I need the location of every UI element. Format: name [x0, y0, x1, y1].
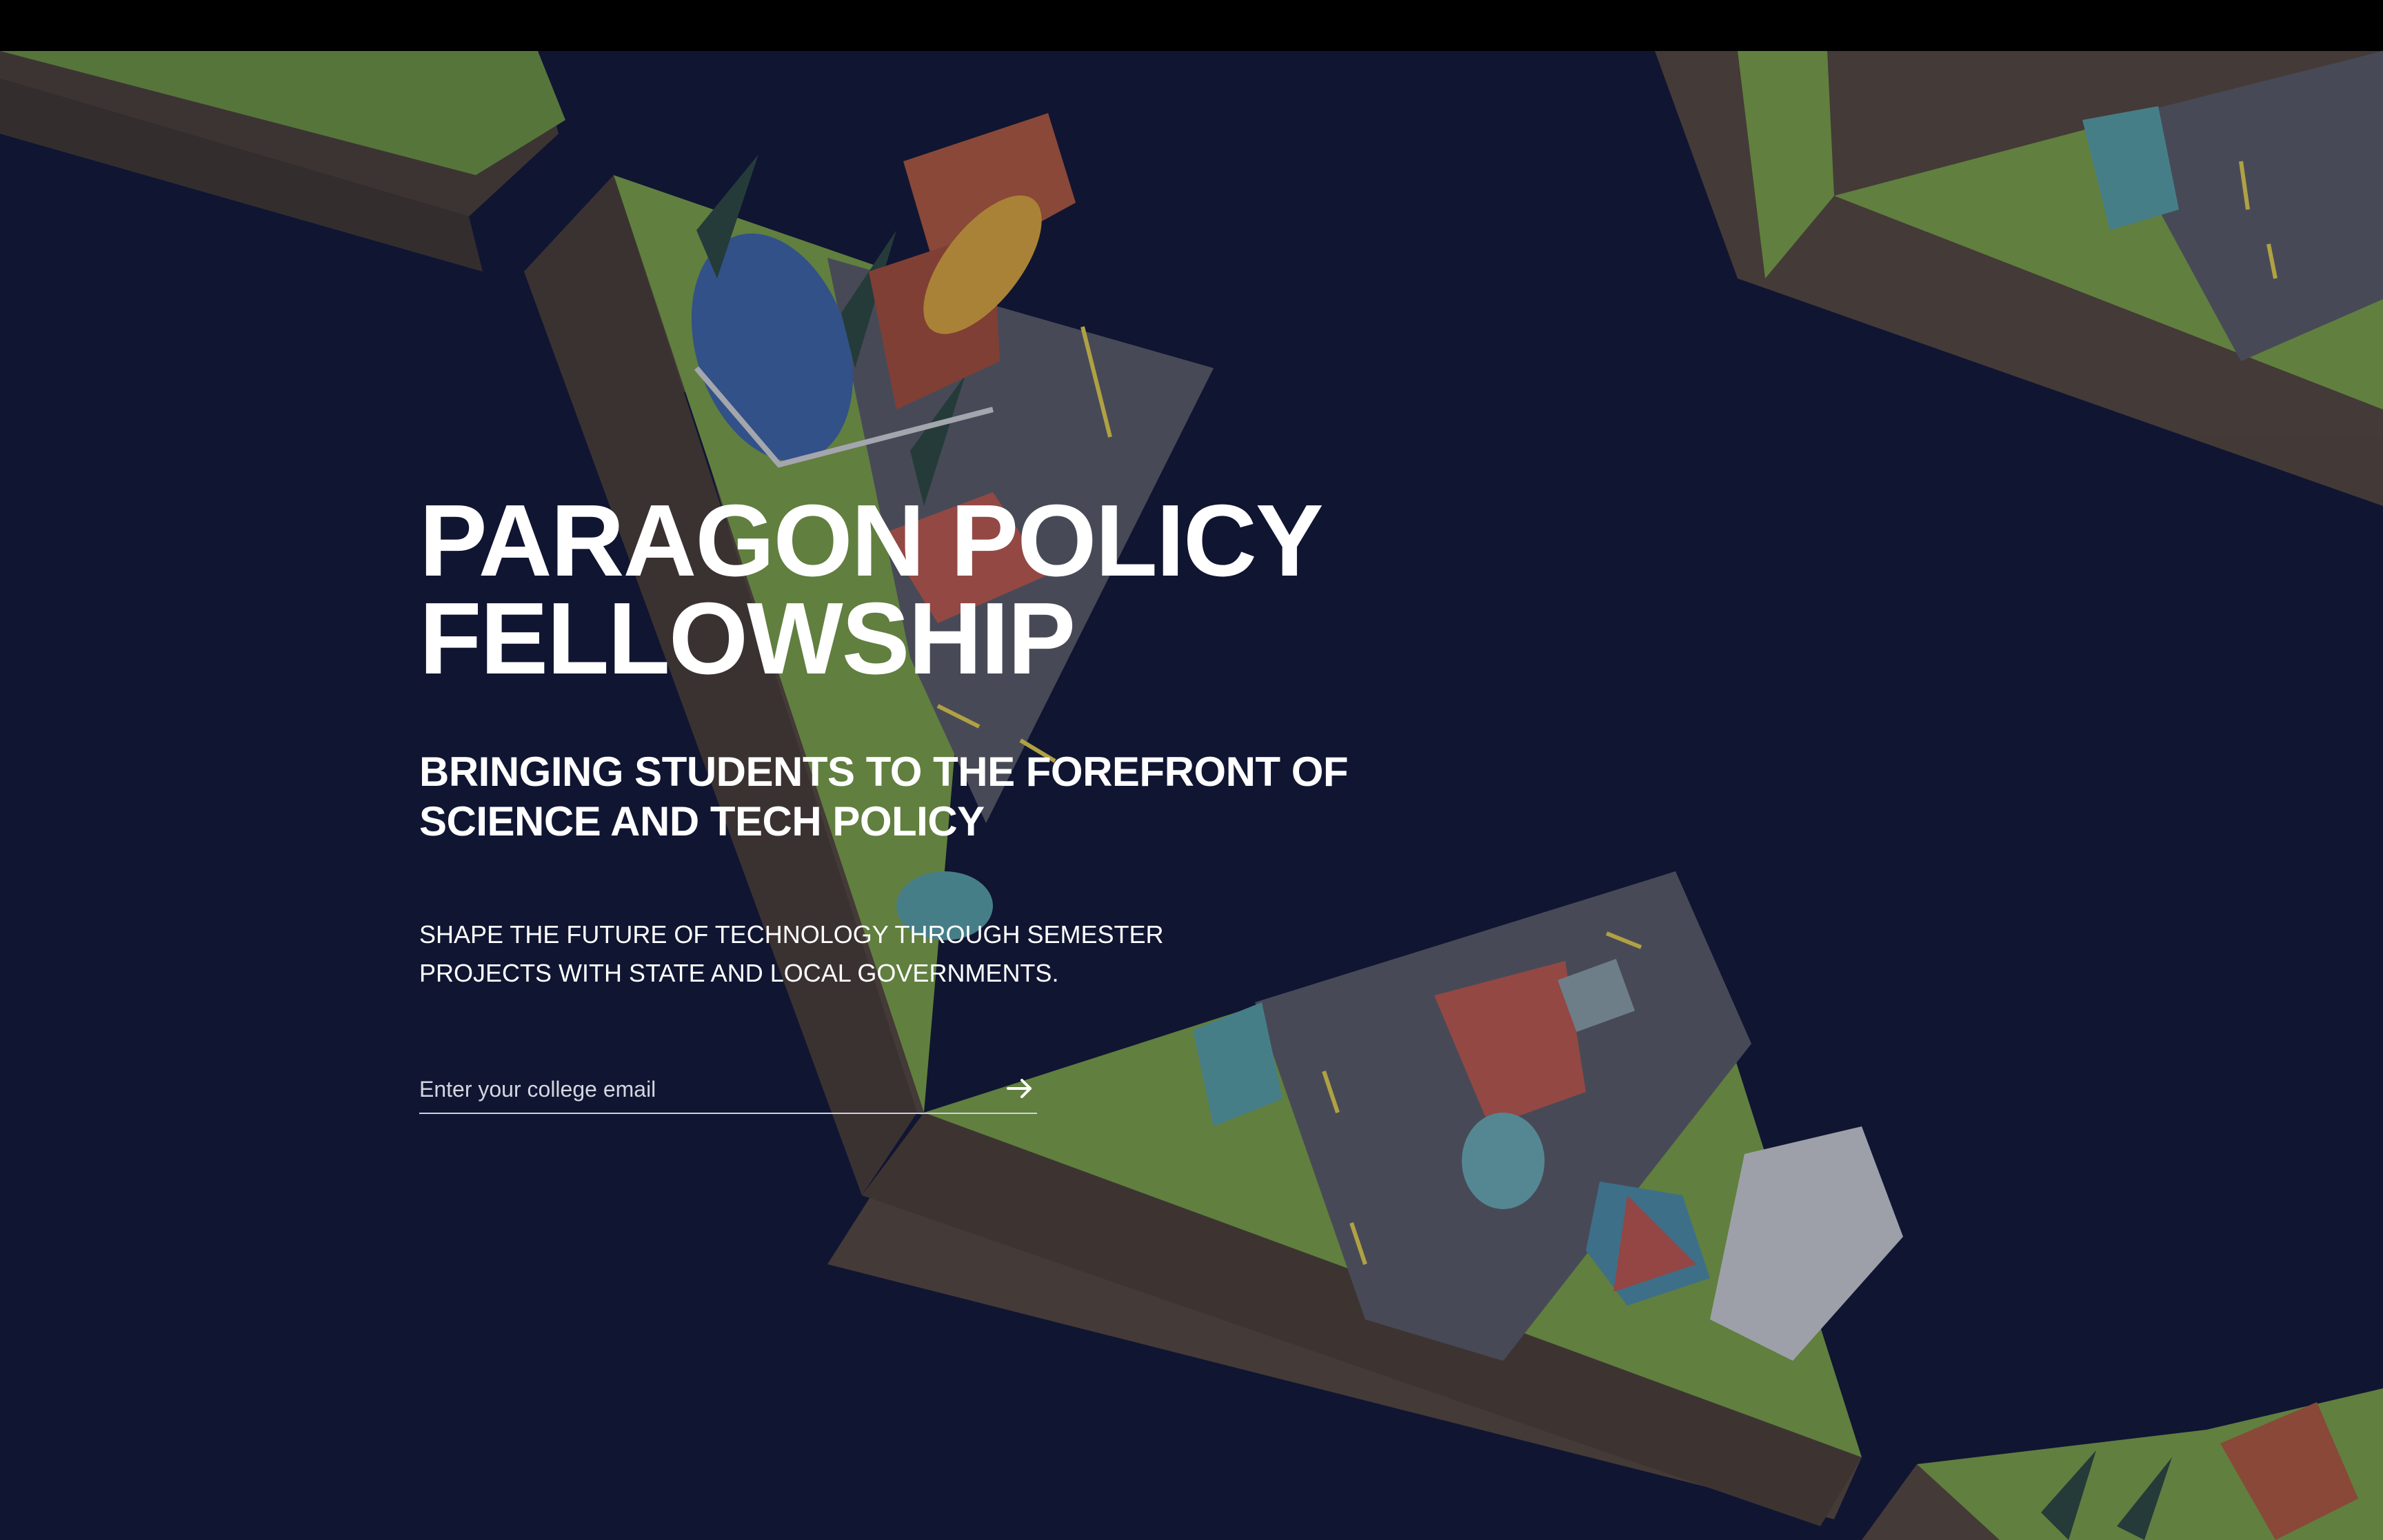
- page-subtitle: BRINGING STUDENTS TO THE FOREFRONT OF SC…: [419, 747, 1454, 847]
- subtitle-line-1: BRINGING STUDENTS TO THE FOREFRONT OF: [419, 749, 1349, 795]
- hero-content: PARAGON POLICY FELLOWSHIP BRINGING STUDE…: [419, 484, 1454, 1114]
- arrow-right-icon: [1007, 1079, 1032, 1098]
- hero-description: SHAPE THE FUTURE OF TECHNOLOGY THROUGH S…: [419, 915, 1454, 993]
- college-email-input[interactable]: [419, 1068, 971, 1110]
- subtitle-line-2: SCIENCE AND TECH POLICY: [419, 798, 985, 844]
- email-submit-button[interactable]: [1003, 1071, 1037, 1106]
- description-line-1: SHAPE THE FUTURE OF TECHNOLOGY THROUGH S…: [419, 920, 1164, 949]
- browser-top-bar: [0, 0, 2383, 51]
- email-signup-form: [419, 1068, 1037, 1114]
- page-title: PARAGON POLICY FELLOWSHIP: [419, 484, 1454, 696]
- hero-section: PARAGON POLICY FELLOWSHIP BRINGING STUDE…: [0, 51, 2383, 1540]
- description-line-2: PROJECTS WITH STATE AND LOCAL GOVERNMENT…: [419, 959, 1059, 987]
- title-line-1: PARAGON POLICY: [419, 484, 1324, 598]
- title-line-2: FELLOWSHIP: [419, 582, 1076, 696]
